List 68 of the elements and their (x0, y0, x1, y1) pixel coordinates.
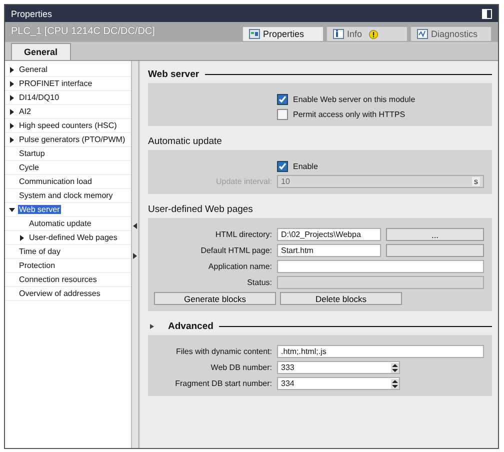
section-title: Web server (148, 68, 200, 80)
arrow-right-icon[interactable] (133, 253, 137, 259)
spinner-icon[interactable] (391, 362, 399, 372)
collapsed-arrow-icon[interactable] (19, 234, 25, 240)
section-title: User-defined Web pages (148, 204, 253, 214)
diagnostics-icon (417, 29, 428, 39)
collapsed-arrow-icon[interactable] (9, 66, 15, 72)
field-label: Files with dynamic content: (174, 347, 272, 356)
field-label: Application name: (207, 262, 272, 271)
dock-icon[interactable] (482, 8, 492, 18)
tree-item[interactable]: Protection (18, 261, 56, 270)
view-tab[interactable]: Info (326, 26, 408, 41)
tree-item[interactable]: General (18, 65, 48, 74)
collapse-arrow-icon[interactable] (150, 324, 154, 328)
expanded-arrow-icon[interactable] (9, 206, 15, 212)
tree-item[interactable]: High speed counters (HSC) (18, 121, 118, 130)
tree-item[interactable]: Cycle (18, 163, 40, 172)
tree-item[interactable]: System and clock memory (18, 191, 114, 200)
field-label: Default HTML page: (200, 246, 272, 255)
checkbox[interactable] (277, 108, 288, 120)
tree-item[interactable]: DI14/DQ10 (18, 93, 60, 102)
tree-item[interactable]: Time of day (18, 247, 62, 256)
collapsed-arrow-icon[interactable] (9, 136, 15, 142)
collapsed-arrow-icon[interactable] (9, 94, 15, 100)
input-field[interactable]: .htm;.html;.js (277, 345, 484, 358)
section-title: Advanced (168, 320, 214, 332)
action-button[interactable]: Generate blocks (154, 292, 276, 305)
arrow-left-icon[interactable] (133, 223, 137, 229)
section-title: Automatic update (148, 136, 222, 146)
collapsed-arrow-icon[interactable] (9, 122, 15, 128)
checkbox-label: Enable (293, 162, 318, 170)
tree-item[interactable]: Automatic update (28, 219, 92, 228)
checkbox-label: Enable Web server on this module (293, 94, 416, 104)
view-tab[interactable]: Properties (242, 26, 324, 41)
tree-item[interactable]: AI2 (18, 107, 32, 116)
browse-button[interactable]: ... (386, 228, 484, 241)
spinner-icon[interactable] (391, 378, 399, 388)
number-field[interactable]: 333 (277, 361, 400, 374)
tree-item[interactable]: Web server (18, 205, 61, 214)
view-tab[interactable]: Diagnostics (410, 26, 492, 41)
tree-item[interactable]: Overview of addresses (18, 289, 102, 298)
tree-item[interactable]: Pulse generators (PTO/PWM) (18, 135, 126, 144)
collapsed-arrow-icon[interactable] (9, 108, 15, 114)
field-label: Web DB number: (210, 363, 272, 372)
tree-item[interactable]: PROFINET interface (18, 79, 94, 88)
field-label: Fragment DB start number: (174, 379, 272, 388)
input-field[interactable]: Start.htm (277, 244, 381, 257)
info-icon (333, 29, 344, 39)
checkbox-label: Permit access only with HTTPS (293, 110, 406, 118)
field-label: Update interval: (214, 177, 272, 186)
tree-item[interactable]: Connection resources (18, 275, 98, 284)
field-label: HTML directory: (214, 230, 272, 239)
window-title: Properties (11, 8, 52, 18)
collapsed-arrow-icon[interactable] (9, 80, 15, 86)
tree-item[interactable]: Communication load (18, 177, 93, 186)
input-field[interactable]: D:\02_Projects\Webpa (277, 228, 381, 241)
device-name: PLC_1 [CPU 1214C DC/DC/DC] (10, 26, 155, 37)
input-field[interactable] (277, 260, 484, 273)
action-button[interactable]: Delete blocks (280, 292, 402, 305)
checkbox[interactable] (277, 160, 288, 172)
field-label: Status: (246, 278, 272, 287)
checkbox[interactable] (277, 94, 288, 104)
tree-item[interactable]: User-defined Web pages (28, 233, 118, 242)
general-tab[interactable]: General (11, 43, 71, 60)
tree-item[interactable]: Startup (18, 149, 46, 158)
unit-label: s (472, 177, 480, 186)
number-field[interactable]: 334 (277, 377, 400, 390)
properties-icon (249, 29, 260, 39)
